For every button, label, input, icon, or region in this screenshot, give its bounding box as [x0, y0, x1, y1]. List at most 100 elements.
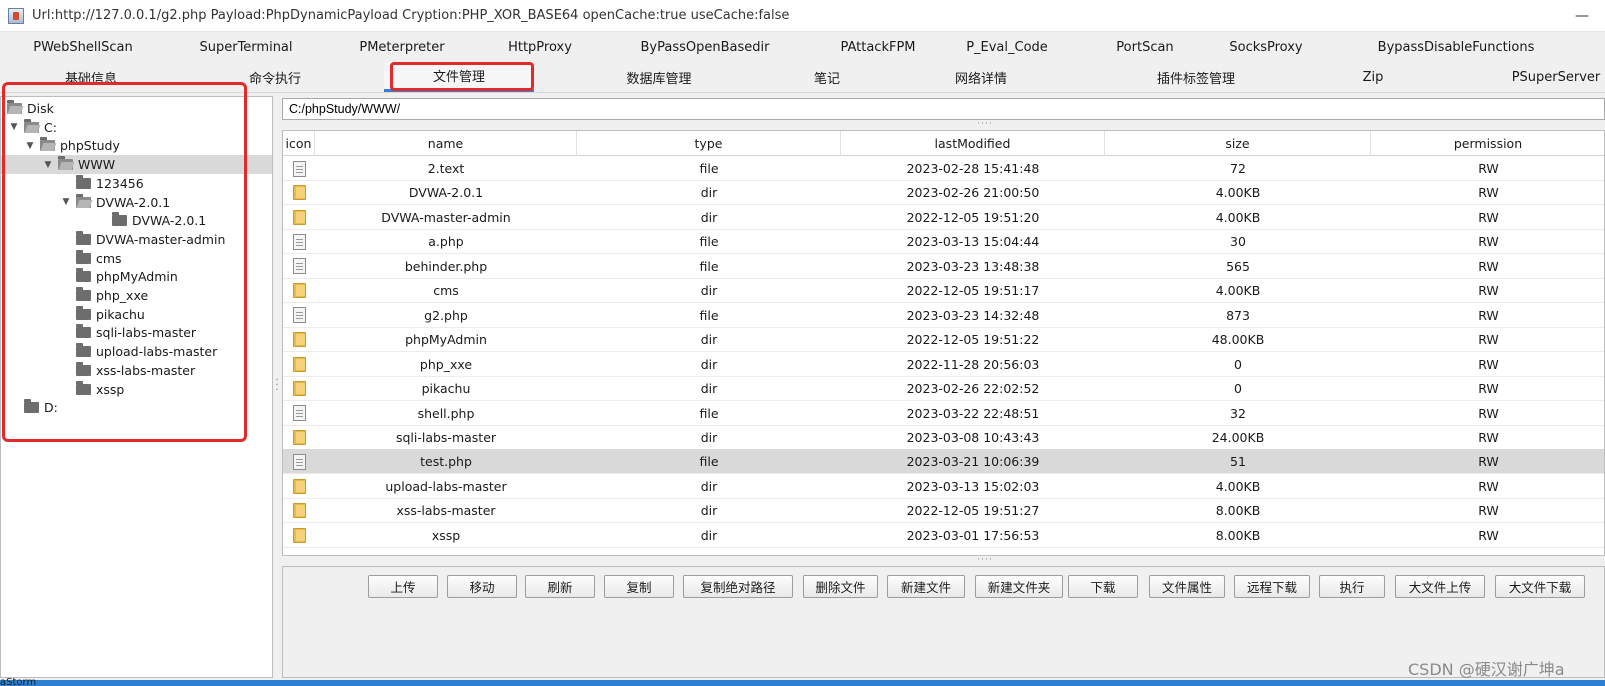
expand-triangle-icon[interactable]: ▼ — [43, 160, 53, 170]
tab-main-1[interactable]: 命令执行 — [230, 62, 320, 92]
tab-plugin-1[interactable]: SuperTerminal — [171, 33, 321, 62]
column-header-icon[interactable]: icon — [283, 131, 315, 156]
table-row[interactable]: upload-labs-master dir 2023-03-13 15:02:03… — [283, 474, 1604, 499]
action-button-9[interactable]: 文件属性 — [1149, 575, 1225, 598]
tab-plugin-2[interactable]: PMeterpreter — [327, 33, 477, 62]
tree-node[interactable]: D: — [1, 398, 272, 417]
tree-node[interactable]: pikachu — [1, 305, 272, 324]
folder-icon — [76, 324, 91, 339]
table-row[interactable]: 2.text file 2023-02-28 15:41:48 72 RW — [283, 156, 1604, 181]
table-row[interactable]: DVWA-master-admin dir 2022-12-05 19:51:20 4… — [283, 205, 1604, 230]
table-row[interactable]: phpMyAdmin dir 2022-12-05 19:51:22 48.00KB R… — [283, 327, 1604, 353]
table-row[interactable]: pikachu dir 2023-02-26 22:02:52 0 RW — [283, 376, 1604, 402]
tab-plugin-6[interactable]: P_Eval_Code — [932, 33, 1082, 62]
folder-icon — [76, 380, 91, 395]
action-button-7[interactable]: 新建文件夹 — [975, 575, 1063, 598]
cell-size: 873 — [1226, 307, 1250, 323]
column-header-name[interactable]: name — [315, 131, 577, 156]
tab-plugin-5[interactable]: PAttackFPM — [803, 33, 953, 62]
cell-lastModified: 2023-02-26 22:02:52 — [906, 381, 1040, 397]
cell-type: dir — [700, 429, 718, 445]
tab-plugin-9[interactable]: BypassDisableFunctions — [1378, 33, 1535, 62]
table-row[interactable]: a.php file 2023-03-13 15:04:44 30 RW — [283, 229, 1604, 255]
column-header-size[interactable]: size — [1105, 131, 1371, 156]
action-button-1[interactable]: 移动 — [447, 575, 517, 598]
action-button-4[interactable]: 复制绝对路径 — [683, 575, 793, 598]
tab-main-5[interactable]: 网络详情 — [936, 62, 1026, 92]
table-row[interactable]: cms dir 2022-12-05 19:51:17 4.00KB RW — [283, 278, 1604, 304]
cell-lastModified: 2023-03-21 10:06:39 — [906, 454, 1040, 470]
cell-name: sqli-labs-master — [395, 429, 497, 445]
column-header-type[interactable]: type — [577, 131, 841, 156]
tree-node[interactable]: cms — [1, 249, 272, 268]
path-input[interactable] — [282, 98, 1605, 120]
tree-node[interactable]: DVWA-master-admin — [1, 230, 272, 249]
table-row[interactable]: shell.php file 2023-03-22 22:48:51 32 RW — [283, 401, 1604, 426]
tab-plugin-4[interactable]: ByPassOpenBasedir — [630, 33, 780, 62]
tab-main-6[interactable]: 插件标签管理 — [1136, 62, 1256, 92]
action-button-0[interactable]: 上传 — [368, 575, 438, 598]
action-button-panel: 上传 移动 刷新 复制 复制绝对路径 删除文件 新建文件 新建文件夹 下载 文件属性 远程下载 执行大… — [282, 566, 1605, 678]
cell-type: file — [699, 161, 719, 176]
cell-type: dir — [700, 503, 718, 519]
action-button-3[interactable]: 复制 — [604, 575, 674, 598]
tab-plugin-0[interactable]: PWebShellScan — [8, 33, 158, 62]
tab-plugin-8[interactable]: SocksProxy — [1191, 33, 1341, 62]
tab-plugin-3[interactable]: HttpProxy — [465, 33, 615, 62]
table-row[interactable]: test.php file 2023-03-21 10:06:39 51 RW — [283, 449, 1604, 475]
cell-size: 0 — [1234, 356, 1242, 372]
expand-triangle-icon[interactable]: ▼ — [9, 122, 19, 132]
tree-node[interactable]: ▼ C: — [1, 118, 272, 137]
tree-node[interactable]: ▼ DVWA-2.0.1 — [1, 193, 272, 212]
column-header-permission[interactable]: permission — [1371, 131, 1604, 156]
minimize-button[interactable]: — — [1559, 0, 1605, 32]
tree-node[interactable]: upload-labs-master — [1, 342, 272, 361]
cell-type: file — [699, 307, 719, 323]
action-button-12[interactable]: 大文件上传 — [1395, 575, 1485, 598]
table-row[interactable]: xssp dir 2023-03-01 17:56:53 8.00KB RW — [283, 523, 1604, 548]
cell-name: behinder.php — [404, 258, 488, 274]
table-row[interactable]: behinder.php file 2023-03-23 13:48:38 565 RW — [283, 254, 1604, 279]
tree-node[interactable]: sqli-labs-master — [1, 323, 272, 342]
cell-name: upload-labs-master — [385, 478, 507, 494]
tree-node[interactable]: phpMyAdmin — [1, 267, 272, 286]
path-splitter-handle[interactable]: ···· — [970, 120, 1000, 129]
tree-node[interactable]: Disk — [1, 99, 272, 118]
tree-node[interactable]: DVWA-2.0.1 — [1, 211, 272, 230]
tree-node[interactable]: ▼ WWW — [1, 155, 272, 175]
tab-main-4[interactable]: 笔记 — [792, 62, 862, 92]
vertical-splitter-handle[interactable]: · · · — [274, 376, 280, 396]
icon-cell — [283, 401, 315, 426]
action-button-10[interactable]: 远程下载 — [1234, 575, 1310, 598]
tree-node[interactable]: 123456 — [1, 174, 272, 193]
table-row[interactable]: xss-labs-master dir 2022-12-05 19:51:27 8.0… — [283, 498, 1604, 524]
tree-node[interactable]: php_xxe — [1, 286, 272, 305]
expand-triangle-icon[interactable]: ▼ — [25, 141, 35, 151]
action-button-13[interactable]: 大文件下载 — [1495, 575, 1585, 598]
table-row[interactable]: sqli-labs-master dir 2023-03-08 10:43:43 24… — [283, 425, 1604, 450]
action-button-6[interactable]: 新建文件 — [887, 575, 965, 598]
table-row[interactable]: g2.php file 2023-03-23 14:32:48 873 RW — [283, 303, 1604, 328]
icon-cell — [283, 498, 315, 523]
folder-icon — [292, 356, 306, 372]
cell-permission: RW — [1478, 381, 1499, 397]
column-header-lastModified[interactable]: lastModified — [841, 131, 1105, 156]
action-button-2[interactable]: 刷新 — [525, 575, 595, 598]
table-splitter-handle[interactable]: ···· — [970, 556, 1000, 565]
icon-cell — [283, 376, 315, 401]
tree-node[interactable]: xssp — [1, 380, 272, 399]
cell-lastModified: 2023-03-23 14:32:48 — [906, 307, 1040, 323]
tab-main-3[interactable]: 数据库管理 — [604, 62, 714, 92]
tab-main-8[interactable]: PSuperServer — [1508, 62, 1604, 92]
tab-main-2[interactable]: 文件管理 — [384, 62, 534, 92]
tab-main-7[interactable]: Zip — [1338, 62, 1408, 92]
tree-node[interactable]: xss-labs-master — [1, 361, 272, 380]
action-button-8[interactable]: 下载 — [1068, 575, 1138, 598]
tree-node[interactable]: ▼ phpStudy — [1, 136, 272, 155]
expand-triangle-icon[interactable]: ▼ — [61, 197, 71, 207]
tab-main-0[interactable]: 基础信息 — [36, 62, 146, 92]
table-row[interactable]: php_xxe dir 2022-11-28 20:56:03 0 RW — [283, 352, 1604, 377]
action-button-5[interactable]: 删除文件 — [803, 575, 878, 598]
action-button-11[interactable]: 执行 — [1319, 575, 1385, 598]
table-row[interactable]: DVWA-2.0.1 dir 2023-02-26 21:00:50 4.00KB RW — [283, 180, 1604, 206]
